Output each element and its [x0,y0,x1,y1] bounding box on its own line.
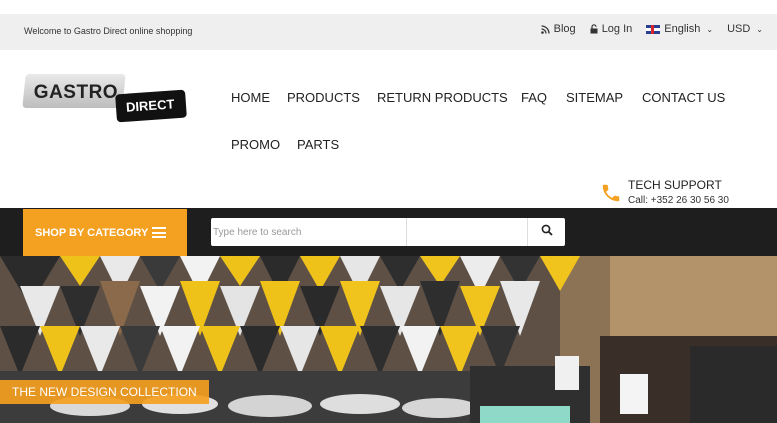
tech-support-phone[interactable]: Call: +352 26 30 56 30 [628,195,729,206]
hero-banner[interactable]: THE NEW DESIGN COLLECTION [0,256,777,423]
search-button[interactable] [529,218,565,246]
lock-icon [590,24,598,34]
language-selector[interactable]: English ⌄ [646,23,713,35]
currency-selector[interactable]: USD ⌄ [727,23,763,35]
blog-link[interactable]: Blog [540,23,576,35]
blog-label: Blog [553,23,576,35]
chevron-down-icon: ⌄ [756,24,763,34]
welcome-text: Welcome to Gastro Direct online shopping [24,26,193,36]
logo-main-plate: GASTRO [22,74,126,108]
logo-sub-plate: DIRECT [115,89,187,123]
rss-icon [540,24,550,34]
login-link[interactable]: Log In [590,23,633,35]
login-label: Log In [601,23,633,35]
chevron-down-icon: ⌄ [706,24,714,34]
shop-by-category-button[interactable]: SHOP BY CATEGORY [23,209,187,256]
banner-caption[interactable]: THE NEW DESIGN COLLECTION [0,380,209,404]
search-icon [541,223,553,241]
nav-item-contact-us[interactable]: CONTACT US [642,90,725,105]
shop-by-category-label: SHOP BY CATEGORY [35,226,149,239]
nav-item-promo[interactable]: PROMO [231,137,280,152]
language-label: English [664,23,701,35]
uk-flag-icon [646,24,661,34]
gastro-direct-logo[interactable]: GASTRO DIRECT [22,74,189,124]
nav-item-products[interactable]: PRODUCTS [287,90,360,105]
nav-item-home[interactable]: HOME [231,90,270,105]
category-bar: SHOP BY CATEGORY [0,208,777,256]
top-bar: Welcome to Gastro Direct online shopping… [0,14,777,50]
nav-item-return-products[interactable]: RETURN PRODUCTS [377,90,508,105]
top-links: Blog Log In English ⌄ USD ⌄ [527,23,763,35]
nav-item-faq[interactable]: FAQ [521,90,547,105]
tech-support-title: TECH SUPPORT [628,178,722,192]
search-input[interactable] [211,218,407,246]
nav-item-sitemap[interactable]: SITEMAP [566,90,623,105]
tech-support: TECH SUPPORT Call: +352 26 30 56 30 [600,178,770,208]
search-category-select[interactable] [408,218,528,246]
nav-item-parts[interactable]: PARTS [297,137,339,152]
currency-label: USD [727,23,751,35]
search-box [211,218,565,246]
menu-icon [152,227,167,238]
